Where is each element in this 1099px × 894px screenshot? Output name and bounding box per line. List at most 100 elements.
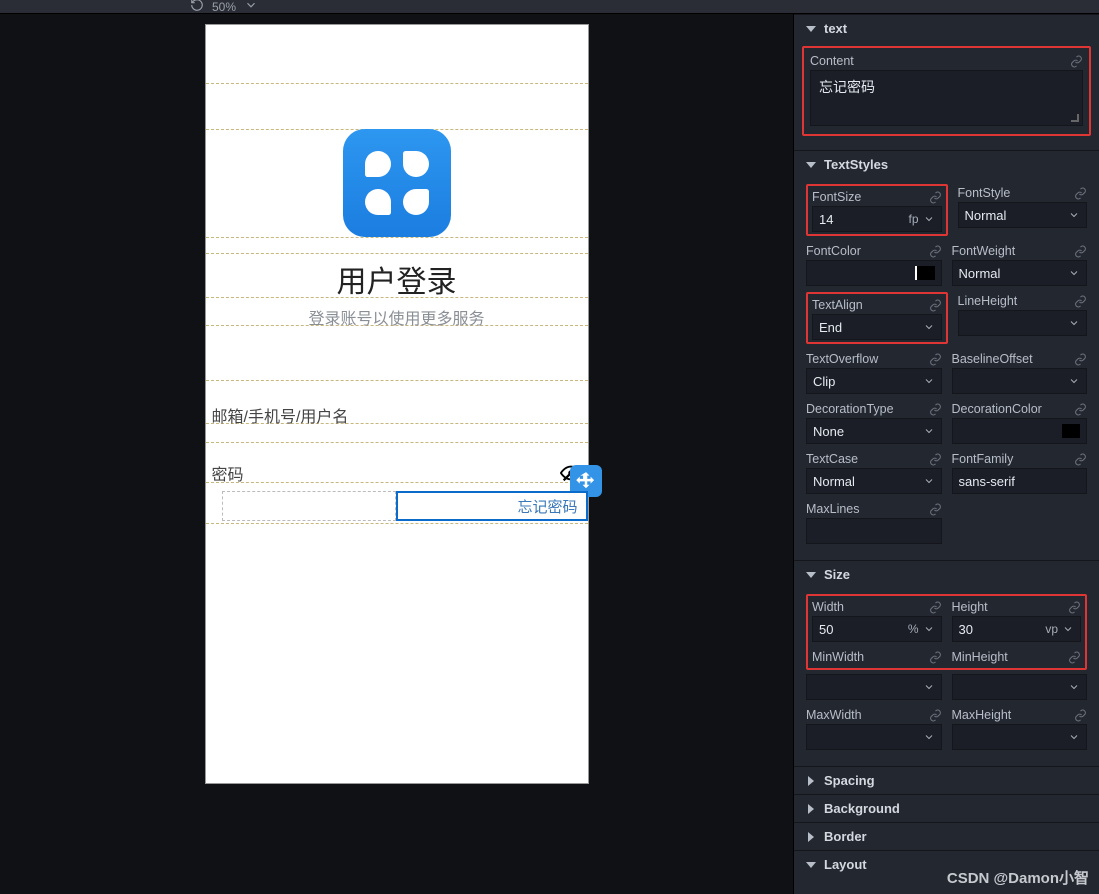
link-icon[interactable] — [1070, 55, 1083, 68]
section-text-label: text — [824, 21, 847, 36]
chevron-down-icon[interactable] — [1068, 681, 1080, 693]
maxlines-input[interactable] — [806, 518, 942, 544]
top-toolbar: 50% — [0, 0, 1099, 14]
section-border-header[interactable]: Border — [794, 822, 1099, 850]
textoverflow-select[interactable]: Clip — [806, 368, 942, 394]
chevron-down-icon[interactable] — [1062, 623, 1074, 635]
decorationtype-select[interactable]: None — [806, 418, 942, 444]
section-size-header[interactable]: Size — [794, 560, 1099, 588]
fontweight-select[interactable]: Normal — [952, 260, 1088, 286]
minwidth-input[interactable] — [806, 674, 942, 700]
section-layout-label: Layout — [824, 857, 867, 872]
link-icon[interactable] — [929, 245, 942, 258]
fontstyle-select[interactable]: Normal — [958, 202, 1088, 228]
link-icon[interactable] — [1074, 295, 1087, 308]
chevron-down-icon[interactable] — [923, 213, 935, 225]
section-size-label: Size — [824, 567, 850, 582]
textcase-label: TextCase — [806, 450, 942, 468]
link-icon[interactable] — [929, 403, 942, 416]
login-title: 用户登录 — [206, 257, 588, 301]
chevron-down-icon[interactable] — [1068, 731, 1080, 743]
minheight-input[interactable] — [952, 674, 1088, 700]
login-subtitle: 登录账号以使用更多服务 — [206, 305, 588, 329]
link-icon[interactable] — [1074, 403, 1087, 416]
link-icon[interactable] — [929, 191, 942, 204]
selected-text-element[interactable]: 忘记密码 — [396, 491, 588, 521]
link-icon[interactable] — [1074, 453, 1087, 466]
zoom-level[interactable]: 50% — [212, 0, 236, 14]
link-icon[interactable] — [1074, 709, 1087, 722]
content-textarea[interactable]: 忘记密码 — [810, 70, 1083, 126]
chevron-down-icon — [806, 24, 816, 34]
chevron-down-icon[interactable] — [923, 321, 935, 333]
link-icon[interactable] — [929, 453, 942, 466]
maxwidth-label: MaxWidth — [806, 706, 942, 724]
section-spacing-header[interactable]: Spacing — [794, 766, 1099, 794]
fontweight-label: FontWeight — [952, 242, 1088, 260]
link-icon[interactable] — [929, 709, 942, 722]
chevron-down-icon[interactable] — [244, 0, 258, 15]
link-icon[interactable] — [929, 353, 942, 366]
chevron-down-icon[interactable] — [923, 731, 935, 743]
lineheight-label: LineHeight — [958, 292, 1088, 310]
baselineoffset-label: BaselineOffset — [952, 350, 1088, 368]
refresh-icon[interactable] — [190, 0, 204, 15]
sibling-outline — [222, 491, 396, 521]
design-canvas[interactable]: 用户登录 登录账号以使用更多服务 邮箱/手机号/用户名 密码 忘记密码 — [0, 14, 793, 894]
width-input[interactable]: 50% — [812, 616, 942, 642]
decorationcolor-swatch[interactable] — [1062, 424, 1080, 438]
chevron-down-icon[interactable] — [1068, 267, 1080, 279]
lineheight-input[interactable] — [958, 310, 1088, 336]
link-icon[interactable] — [929, 299, 942, 312]
fontfamily-input[interactable]: sans-serif — [952, 468, 1088, 494]
fontcolor-swatch[interactable] — [917, 266, 935, 280]
decorationtype-label: DecorationType — [806, 400, 942, 418]
baselineoffset-input[interactable] — [952, 368, 1088, 394]
textalign-select[interactable]: End — [812, 314, 942, 340]
maxwidth-input[interactable] — [806, 724, 942, 750]
chevron-down-icon[interactable] — [1068, 209, 1080, 221]
maxheight-input[interactable] — [952, 724, 1088, 750]
chevron-down-icon — [806, 570, 816, 580]
height-input[interactable]: 30vp — [952, 616, 1082, 642]
fontcolor-label: FontColor — [806, 242, 942, 260]
chevron-down-icon[interactable] — [923, 375, 935, 387]
width-label: Width — [812, 598, 942, 616]
link-icon[interactable] — [1068, 651, 1081, 664]
section-background-header[interactable]: Background — [794, 794, 1099, 822]
fontsize-input[interactable]: 14fp — [812, 206, 942, 232]
chevron-down-icon[interactable] — [923, 425, 935, 437]
decorationcolor-input[interactable] — [952, 418, 1088, 444]
maxlines-label: MaxLines — [806, 500, 942, 518]
fontstyle-label: FontStyle — [958, 184, 1088, 202]
section-text-header[interactable]: text — [794, 14, 1099, 42]
link-icon[interactable] — [1074, 187, 1087, 200]
chevron-right-icon — [806, 776, 816, 786]
link-icon[interactable] — [929, 503, 942, 516]
preview-frame[interactable]: 用户登录 登录账号以使用更多服务 邮箱/手机号/用户名 密码 忘记密码 — [205, 24, 589, 784]
forgot-password-text: 忘记密码 — [517, 496, 577, 517]
textcase-select[interactable]: Normal — [806, 468, 942, 494]
fontcolor-input[interactable] — [806, 260, 942, 286]
password-label: 密码 — [212, 461, 244, 485]
chevron-down-icon[interactable] — [923, 681, 935, 693]
link-icon[interactable] — [929, 601, 942, 614]
password-input-placeholder[interactable]: 密码 — [212, 455, 582, 491]
properties-panel: text Content 忘记密码 TextStyles FontSize 14… — [793, 14, 1099, 894]
link-icon[interactable] — [929, 651, 942, 664]
chevron-down-icon[interactable] — [923, 623, 935, 635]
chevron-down-icon[interactable] — [923, 475, 935, 487]
maxheight-label: MaxHeight — [952, 706, 1088, 724]
user-input-placeholder[interactable]: 邮箱/手机号/用户名 — [212, 397, 582, 433]
section-layout-header[interactable]: Layout — [794, 850, 1099, 878]
chevron-down-icon[interactable] — [1068, 317, 1080, 329]
link-icon[interactable] — [1074, 245, 1087, 258]
chevron-right-icon — [806, 832, 816, 842]
fontfamily-label: FontFamily — [952, 450, 1088, 468]
link-icon[interactable] — [1068, 601, 1081, 614]
textoverflow-label: TextOverflow — [806, 350, 942, 368]
section-textstyles-header[interactable]: TextStyles — [794, 150, 1099, 178]
content-label: Content — [810, 52, 1083, 70]
chevron-down-icon[interactable] — [1068, 375, 1080, 387]
link-icon[interactable] — [1074, 353, 1087, 366]
